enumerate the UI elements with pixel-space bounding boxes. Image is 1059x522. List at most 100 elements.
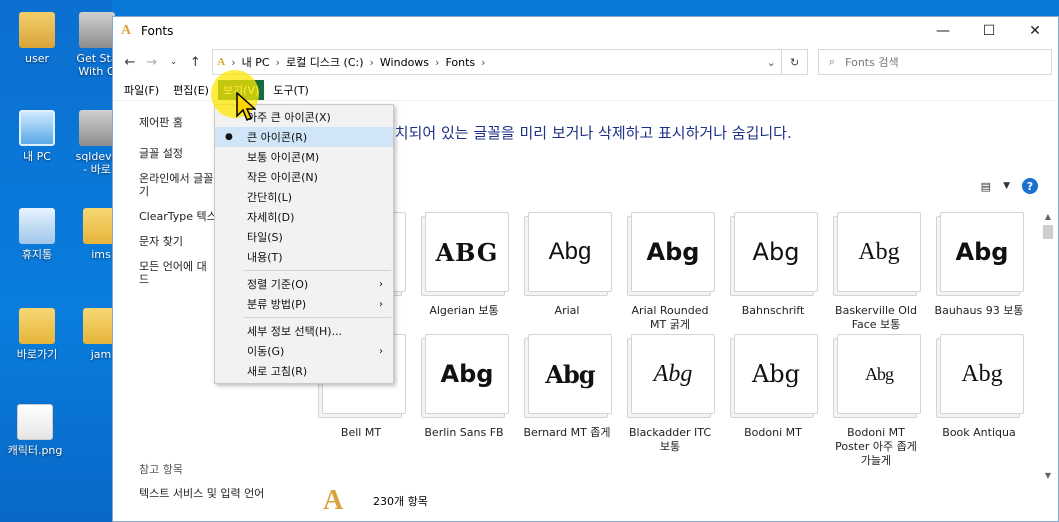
font-tile-book-antiqua[interactable]: Abg Book Antiqua (929, 334, 1029, 440)
recent-locations-chevron-icon[interactable]: ⌄ (163, 57, 185, 67)
font-preview-icon: Abg (936, 212, 1024, 296)
submenu-arrow-icon: › (379, 345, 383, 357)
font-preview-icon: Abg (524, 212, 612, 296)
see-also-title: 참고 항목 (139, 463, 183, 476)
search-icon: ⌕ (829, 55, 836, 68)
font-preview-icon: Abg (936, 334, 1024, 418)
view-sort-by[interactable]: 정렬 기준(O) › (215, 274, 393, 294)
image-icon (17, 404, 53, 440)
view-list[interactable]: 간단히(L) (215, 187, 393, 207)
view-content[interactable]: 내용(T) (215, 247, 393, 267)
address-bar[interactable]: A › 내 PC › 로컬 디스크 (C:) › Windows › Fonts… (212, 49, 783, 75)
breadcrumb-fonts[interactable]: Fonts (445, 56, 475, 69)
back-arrow-icon[interactable]: ← (119, 55, 141, 70)
font-tile-bodoni-poster[interactable]: Abg Bodoni MT Poster 아주 좁게 가늘게 (826, 334, 926, 468)
item-count: 230개 항목 (373, 495, 428, 508)
window-title: Fonts (141, 24, 174, 38)
mouse-pointer-icon (236, 92, 256, 122)
desktop-icon-recycle-bin[interactable]: 휴지통 (2, 208, 72, 261)
scrollbar-thumb[interactable] (1043, 225, 1053, 239)
view-group-by[interactable]: 분류 방법(P) › (215, 294, 393, 314)
font-preview-icon: Abg (833, 334, 921, 418)
status-bar: A 230개 항목 (303, 481, 1058, 521)
refresh-icon[interactable]: ↻ (782, 49, 808, 75)
chevron-right-icon[interactable]: › (276, 56, 280, 69)
submenu-arrow-icon: › (379, 278, 383, 290)
page-heading: 설치되어 있는 글꼴을 미리 보거나 삭제하고 표시하거나 숨깁니다. (381, 124, 792, 142)
font-preview-icon: Abg (524, 334, 612, 418)
search-input[interactable]: ⌕ Fonts 검색 (818, 49, 1053, 75)
view-refresh[interactable]: 새로 고침(R) (215, 361, 393, 381)
fonts-folder-icon: A (217, 56, 226, 68)
view-small-icons[interactable]: 작은 아이콘(N) (215, 167, 393, 187)
view-details[interactable]: 자세히(D) (215, 207, 393, 227)
view-tiles[interactable]: 타일(S) (215, 227, 393, 247)
title-bar[interactable]: A Fonts — ☐ ✕ (113, 17, 1058, 45)
view-go-to[interactable]: 이동(G) › (215, 341, 393, 361)
breadcrumb-local-disk[interactable]: 로컬 디스크 (C:) (286, 54, 364, 70)
menu-divider (243, 270, 391, 271)
font-preview-icon: Abg (730, 334, 818, 418)
see-also-section: 참고 항목 텍스트 서비스 및 입력 언어 (139, 461, 264, 509)
view-menu-dropdown: 아주 큰 아이콘(X) ● 큰 아이콘(R) 보통 아이콘(M) 작은 아이콘(N… (214, 104, 394, 384)
scroll-down-arrow-icon[interactable]: ▼ (1042, 471, 1054, 480)
menu-tools[interactable]: 도구(T) (268, 80, 314, 100)
font-preview-icon: Abg (833, 212, 921, 296)
font-preview-icon: Abg (421, 334, 509, 418)
close-button[interactable]: ✕ (1012, 17, 1058, 45)
scroll-up-arrow-icon[interactable]: ▲ (1042, 212, 1054, 221)
chevron-right-icon[interactable]: › (481, 56, 485, 69)
view-large-icons[interactable]: ● 큰 아이콘(R) (215, 127, 393, 147)
minimize-button[interactable]: — (920, 17, 966, 45)
font-tile-bahnschrift[interactable]: Abg Bahnschrift (723, 212, 823, 318)
chevron-down-icon[interactable]: ⌄ (761, 56, 781, 69)
text-services-link[interactable]: 텍스트 서비스 및 입력 언어 (139, 485, 264, 501)
font-tile-algerian[interactable]: ABG Algerian 보통 (414, 212, 514, 318)
menu-divider (243, 317, 391, 318)
pc-icon (19, 110, 55, 146)
font-preview-icon: ABG (421, 212, 509, 296)
chevron-right-icon[interactable]: › (435, 56, 439, 69)
forward-arrow-icon[interactable]: → (141, 55, 163, 70)
desktop: user Get Sta With O 내 PC sqldeve - 바로 휴지… (0, 0, 119, 522)
menu-file[interactable]: 파일(F) (119, 80, 164, 100)
font-tile-bernard-mt[interactable]: Abg Bernard MT 좁게 (517, 334, 617, 440)
menu-edit[interactable]: 편집(E) (168, 80, 214, 100)
view-options-icon[interactable]: ▤ (981, 180, 991, 193)
database-icon (79, 110, 115, 146)
maximize-button[interactable]: ☐ (966, 17, 1012, 45)
vertical-scrollbar[interactable]: ▲ ▼ (1042, 212, 1054, 480)
submenu-arrow-icon: › (379, 298, 383, 310)
user-folder-icon (19, 12, 55, 48)
radio-bullet-icon: ● (225, 132, 233, 142)
font-tile-bodoni[interactable]: Abg Bodoni MT (723, 334, 823, 440)
breadcrumb-my-pc[interactable]: 내 PC (242, 54, 270, 70)
view-choose-details[interactable]: 세부 정보 선택(H)... (215, 321, 393, 341)
desktop-icon-character-png[interactable]: 캐릭터.png (0, 404, 70, 457)
database-icon (79, 12, 115, 48)
chevron-right-icon[interactable]: › (231, 56, 235, 69)
up-arrow-icon[interactable]: ↑ (184, 55, 206, 70)
fonts-folder-icon: A (121, 23, 132, 38)
font-tile-arial[interactable]: Abg Arial (517, 212, 617, 318)
breadcrumb-windows[interactable]: Windows (380, 56, 429, 69)
desktop-icon-shortcut[interactable]: 바로가기 (2, 308, 72, 361)
recycle-bin-icon (19, 208, 55, 244)
chevron-down-icon[interactable]: ▼ (1003, 181, 1010, 191)
chevron-right-icon[interactable]: › (370, 56, 374, 69)
address-row: ← → ⌄ ↑ A › 내 PC › 로컬 디스크 (C:) › Windows… (113, 45, 1058, 79)
folder-icon (19, 308, 55, 344)
search-placeholder: Fonts 검색 (845, 56, 899, 69)
font-preview-icon: Abg (730, 212, 818, 296)
font-tile-baskerville[interactable]: Abg Baskerville Old Face 보통 (826, 212, 926, 332)
font-preview-icon: Abg (627, 334, 715, 418)
view-medium-icons[interactable]: 보통 아이콘(M) (215, 147, 393, 167)
help-icon[interactable]: ? (1022, 178, 1038, 194)
font-preview-icon: Abg (627, 212, 715, 296)
font-tile-bauhaus[interactable]: Abg Bauhaus 93 보통 (929, 212, 1029, 318)
font-tile-berlin-sans[interactable]: Abg Berlin Sans FB (414, 334, 514, 440)
fonts-folder-icon: A (323, 485, 344, 516)
view-tools: ▤ ▼ ? (981, 178, 1038, 194)
font-tile-arial-rounded[interactable]: Abg Arial Rounded MT 굵게 (620, 212, 720, 332)
font-tile-blackadder[interactable]: Abg Blackadder ITC 보통 (620, 334, 720, 454)
